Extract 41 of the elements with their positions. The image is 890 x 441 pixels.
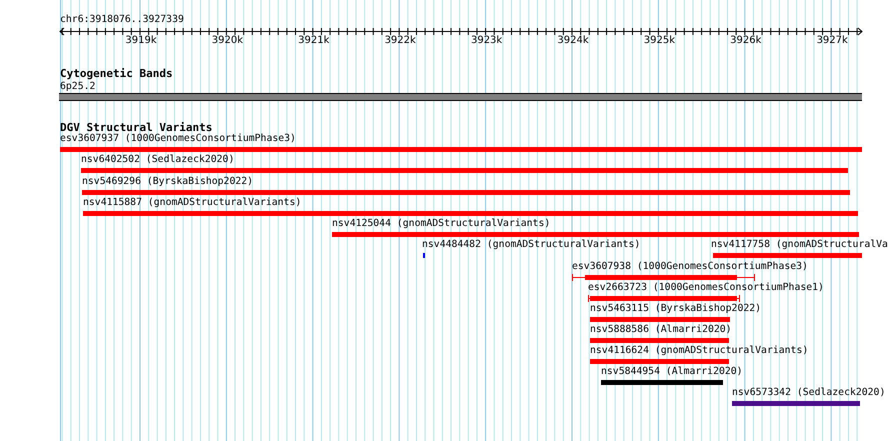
feature-label: nsv6402502 (Sedlazeck2020) — [81, 154, 234, 166]
tick-label: 3920k — [212, 35, 244, 47]
feature-interval[interactable] — [572, 274, 755, 281]
location-label: chr6:3918076..3927339 — [60, 14, 184, 26]
feature-bar[interactable] — [590, 359, 729, 364]
tick-label: 3924k — [557, 35, 589, 47]
feature-label: nsv4115887 (gnomADStructuralVariants) — [83, 197, 302, 209]
feature-bar[interactable] — [590, 338, 729, 343]
feature-label: nsv4117758 (gnomADStructuralVa — [711, 239, 888, 251]
feature-bar[interactable] — [332, 232, 859, 237]
feature-bar[interactable] — [81, 168, 848, 173]
feature-label: esv2663723 (1000GenomesConsortiumPhase1) — [588, 282, 824, 294]
feature-label: nsv4484482 (gnomADStructuralVariants) — [422, 239, 640, 251]
tick-label: 3919k — [125, 35, 157, 47]
tick-label: 3922k — [384, 35, 416, 47]
feature-label: nsv5469296 (ByrskaBishop2022) — [82, 176, 254, 188]
feature-bar[interactable] — [60, 147, 862, 152]
tick-label: 3923k — [470, 35, 502, 47]
band-label: 6p25.2 — [60, 81, 96, 93]
tick-label: 3926k — [730, 35, 762, 47]
track-title: Cytogenetic Bands — [60, 67, 173, 80]
tick-label: 3927k — [816, 35, 848, 47]
feature-interval[interactable] — [588, 295, 740, 302]
feature-bar[interactable] — [601, 380, 723, 385]
feature-bar[interactable] — [732, 401, 860, 406]
chromosome-band[interactable] — [59, 93, 862, 101]
feature-bar[interactable] — [590, 317, 730, 322]
feature-label: nsv5888586 (Almarri2020) — [590, 324, 732, 336]
feature-bar[interactable] — [713, 253, 862, 258]
track-title: DGV Structural Variants — [60, 121, 212, 134]
tick-label: 3925k — [644, 35, 676, 47]
feature-label: nsv4116624 (gnomADStructuralVariants) — [590, 345, 808, 357]
feature-label: nsv5844954 (Almarri2020) — [601, 366, 743, 378]
feature-bar[interactable] — [83, 211, 858, 216]
feature-label: nsv6573342 (Sedlazeck2020) — [732, 387, 886, 399]
feature-label: nsv4125044 (gnomADStructuralVariants) — [332, 218, 550, 230]
tick-label: 3921k — [298, 35, 330, 47]
feature-bar[interactable] — [82, 190, 850, 195]
feature-label: esv3607937 (1000GenomesConsortiumPhase3) — [60, 133, 296, 145]
feature-label: nsv5463115 (ByrskaBishop2022) — [590, 303, 762, 315]
feature-label: esv3607938 (1000GenomesConsortiumPhase3) — [572, 261, 808, 273]
